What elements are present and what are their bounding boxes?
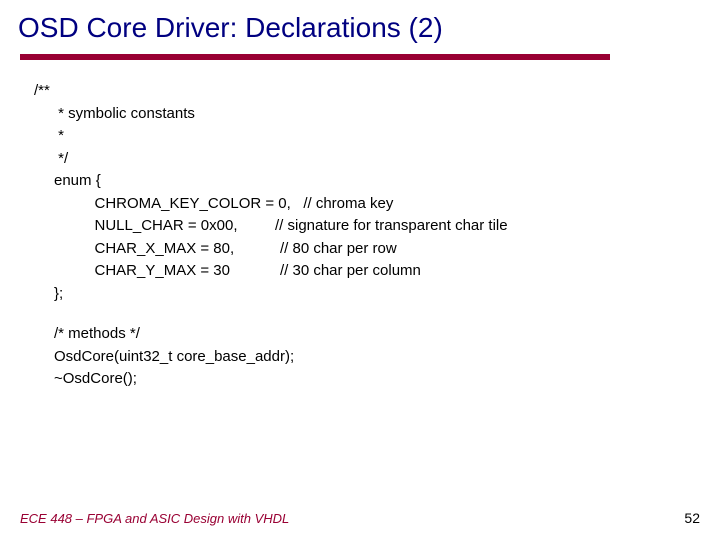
code-line: OsdCore(uint32_t core_base_addr); (34, 346, 720, 369)
code-line: */ (34, 148, 720, 171)
code-line: /** (34, 80, 720, 103)
footer: ECE 448 – FPGA and ASIC Design with VHDL… (20, 510, 700, 526)
page-title: OSD Core Driver: Declarations (2) (0, 0, 720, 54)
course-label: ECE 448 – FPGA and ASIC Design with VHDL (20, 511, 289, 526)
code-line: ~OsdCore(); (34, 368, 720, 391)
code-line: }; (34, 283, 720, 306)
page-number: 52 (684, 510, 700, 526)
code-block: /** * symbolic constants * */ enum { CHR… (0, 60, 720, 391)
code-line: * symbolic constants (34, 103, 720, 126)
code-line: /* methods */ (34, 323, 720, 346)
code-line: CHAR_X_MAX = 80, // 80 char per row (34, 238, 720, 261)
code-line: CHAR_Y_MAX = 30 // 30 char per column (34, 260, 720, 283)
code-line: NULL_CHAR = 0x00, // signature for trans… (34, 215, 720, 238)
code-line: * (34, 125, 720, 148)
code-line: CHROMA_KEY_COLOR = 0, // chroma key (34, 193, 720, 216)
code-line: enum { (34, 170, 720, 193)
